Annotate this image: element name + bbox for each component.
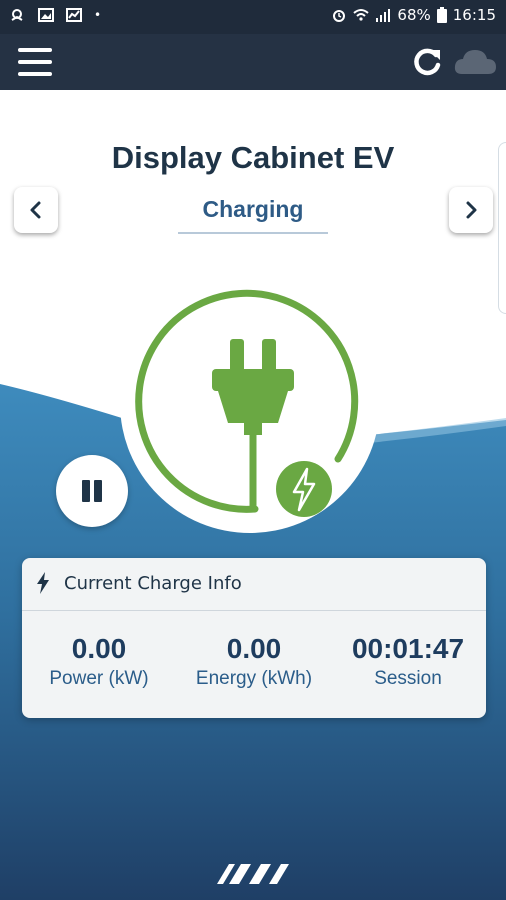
pause-button[interactable] bbox=[56, 455, 128, 527]
card-header: Current Charge Info bbox=[22, 558, 486, 611]
previous-station-button[interactable] bbox=[14, 187, 58, 233]
lightning-badge-icon bbox=[276, 461, 332, 517]
clock: 16:15 bbox=[452, 6, 496, 24]
energy-label: Energy (kWh) bbox=[195, 668, 313, 689]
alarm-icon bbox=[333, 10, 346, 22]
charging-status-label: Charging bbox=[178, 192, 328, 234]
card-title: Current Charge Info bbox=[64, 573, 242, 594]
station-title: Display Cabinet EV bbox=[111, 140, 395, 175]
next-station-button[interactable] bbox=[449, 187, 493, 233]
cloud-icon[interactable] bbox=[452, 46, 498, 78]
session-label: Session bbox=[374, 668, 442, 689]
scroll-edge[interactable] bbox=[498, 142, 506, 314]
power-value: 0.00 bbox=[71, 633, 127, 664]
session-metric: 00:01:47 Session bbox=[333, 632, 483, 692]
battery-icon bbox=[436, 7, 447, 23]
image-icon bbox=[38, 8, 54, 22]
power-metric: 0.00 Power (kW) bbox=[24, 632, 174, 692]
session-value: 00:01:47 bbox=[351, 633, 465, 664]
status-bar: • 68% 16:15 bbox=[0, 0, 506, 34]
notification-icon bbox=[11, 9, 23, 21]
dot-indicator: • bbox=[94, 8, 102, 22]
battery-percent: 68% bbox=[397, 6, 431, 24]
energy-value: 0.00 bbox=[226, 633, 282, 664]
wifi-icon bbox=[353, 9, 370, 21]
chevron-left-icon bbox=[30, 201, 41, 219]
refresh-icon[interactable] bbox=[410, 46, 444, 78]
menu-icon[interactable] bbox=[18, 48, 52, 76]
app-screen: • 68% 16:15 Display Cabinet EV Charging … bbox=[0, 0, 506, 900]
bolt-icon bbox=[37, 572, 49, 594]
charge-info-card: Current Charge Info 0.00 Power (kW) 0.00… bbox=[22, 558, 486, 718]
app-bar bbox=[0, 34, 506, 90]
power-label: Power (kW) bbox=[49, 668, 149, 689]
signal-icon bbox=[376, 9, 391, 22]
brand-logo bbox=[217, 864, 289, 884]
plug-icon bbox=[135, 289, 359, 513]
energy-metric: 0.00 Energy (kWh) bbox=[179, 632, 329, 692]
chevron-right-icon bbox=[466, 201, 477, 219]
chart-icon bbox=[66, 8, 82, 22]
